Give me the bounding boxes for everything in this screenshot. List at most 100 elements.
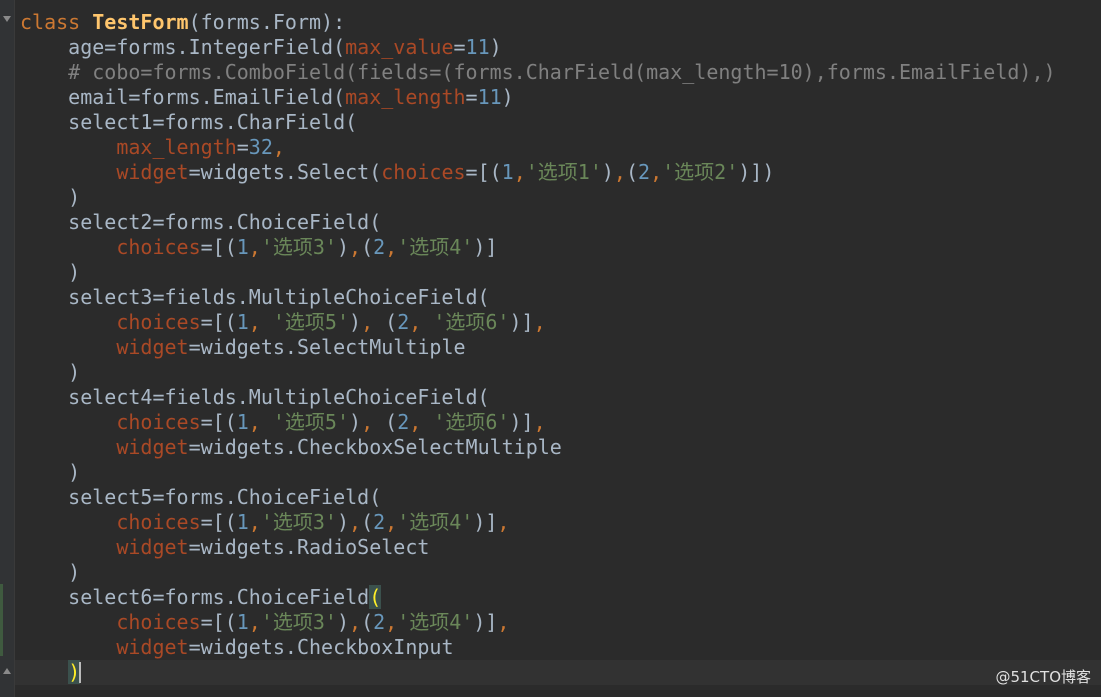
code-line: email=forms.EmailField(max_length=11): [20, 85, 1056, 110]
code-token: ,: [613, 160, 626, 184]
code-token: '选项1': [525, 160, 602, 184]
code-token: ,: [248, 610, 261, 634]
code-token: =widgets.CheckboxInput: [188, 635, 454, 659]
code-line: choices=[(1,'选项3'),(2,'选项4')],: [20, 510, 1056, 535]
code-token: TestForm: [92, 10, 189, 34]
code-line: widget=widgets.CheckboxSelectMultiple: [20, 435, 1056, 460]
text-cursor: [79, 662, 81, 683]
code-token: (: [361, 510, 374, 534]
code-area[interactable]: class TestForm(forms.Form): age=forms.In…: [20, 10, 1056, 685]
code-editor[interactable]: class TestForm(forms.Form): age=forms.In…: [0, 0, 1101, 697]
code-token: email=forms.EmailField(: [20, 85, 346, 109]
code-token: )]: [509, 410, 534, 434]
code-token: ,: [248, 310, 273, 334]
code-token: 1: [236, 510, 249, 534]
code-token: (: [385, 310, 398, 334]
code-token: ): [20, 460, 81, 484]
code-token: choices: [116, 410, 201, 434]
code-line: ): [20, 185, 1056, 210]
code-token: ): [20, 560, 81, 584]
code-token: select2=forms.ChoiceField(: [20, 210, 382, 234]
code-token: select4=fields.MultipleChoiceField(: [20, 385, 490, 409]
code-token: ,: [349, 235, 362, 259]
code-line: class TestForm(forms.Form):: [20, 10, 1056, 35]
code-token: =widgets.CheckboxSelectMultiple: [188, 435, 562, 459]
code-line: choices=[(1,'选项3'),(2,'选项4')]: [20, 235, 1056, 260]
code-line: select5=forms.ChoiceField(: [20, 485, 1056, 510]
code-token: select5=forms.ChoiceField(: [20, 485, 382, 509]
code-token: =widgets.RadioSelect: [188, 535, 430, 559]
code-token: '选项4': [397, 510, 474, 534]
code-token: =[(: [200, 235, 237, 259]
code-token: )]: [509, 310, 534, 334]
code-token: ): [489, 35, 502, 59]
code-token: ,: [497, 610, 510, 634]
code-line: ): [20, 660, 1056, 685]
code-token: ,: [385, 235, 398, 259]
code-token: 2: [397, 410, 410, 434]
code-token: widget: [116, 635, 189, 659]
code-token: (: [625, 160, 639, 184]
fold-open-icon[interactable]: [3, 16, 11, 22]
code-line: age=forms.IntegerField(max_value=11): [20, 35, 1056, 60]
code-token: ): [336, 510, 350, 534]
code-token: max_value: [345, 35, 454, 59]
code-token: class: [20, 10, 81, 34]
code-token: '选项3': [260, 510, 337, 534]
code-token: ): [336, 610, 350, 634]
code-token: 2: [373, 510, 386, 534]
code-token: '选项2': [662, 160, 739, 184]
code-token: ): [349, 410, 362, 434]
code-line: widget=widgets.CheckboxInput: [20, 635, 1056, 660]
code-line: select4=fields.MultipleChoiceField(: [20, 385, 1056, 410]
code-token: '选项6': [433, 310, 510, 334]
code-token: ): [501, 85, 514, 109]
code-line: ): [20, 460, 1056, 485]
code-token: 1: [501, 160, 514, 184]
code-line: select2=forms.ChoiceField(: [20, 210, 1056, 235]
code-token: =: [453, 35, 466, 59]
code-token: choices: [116, 510, 201, 534]
code-token: =widgets.SelectMultiple: [188, 335, 466, 359]
code-token: ,: [385, 610, 398, 634]
code-token: 32: [248, 135, 273, 159]
change-marker: [0, 584, 3, 656]
code-token: widget: [116, 335, 189, 359]
code-token: widget: [116, 535, 189, 559]
code-token: (: [361, 610, 374, 634]
code-token: 1: [236, 410, 249, 434]
code-token: ,: [533, 310, 546, 334]
code-token: # cobo=forms.ComboField(fields=(forms.Ch…: [20, 60, 1056, 84]
code-token: '选项4': [397, 235, 474, 259]
code-token: (: [369, 585, 382, 609]
code-token: ,: [361, 410, 386, 434]
code-token: ,: [513, 160, 526, 184]
code-token: =[(: [200, 510, 237, 534]
code-line: select1=forms.CharField(: [20, 110, 1056, 135]
fold-close-icon[interactable]: [3, 668, 11, 674]
code-token: max_length: [345, 85, 466, 109]
code-token: )]: [473, 510, 498, 534]
code-line: max_length=32,: [20, 135, 1056, 160]
code-token: 11: [477, 85, 502, 109]
code-line: widget=widgets.Select(choices=[(1,'选项1')…: [20, 160, 1056, 185]
code-line: select3=fields.MultipleChoiceField(: [20, 285, 1056, 310]
code-line: choices=[(1, '选项5'), (2, '选项6')],: [20, 310, 1056, 335]
code-token: ,: [497, 510, 510, 534]
code-token: =[(: [200, 410, 237, 434]
code-token: )]): [738, 160, 775, 184]
code-token: ,: [349, 510, 362, 534]
watermark: @51CTO博客: [995, 668, 1091, 686]
code-token: ,: [409, 410, 434, 434]
code-token: ,: [248, 510, 261, 534]
code-token: ): [20, 360, 81, 384]
